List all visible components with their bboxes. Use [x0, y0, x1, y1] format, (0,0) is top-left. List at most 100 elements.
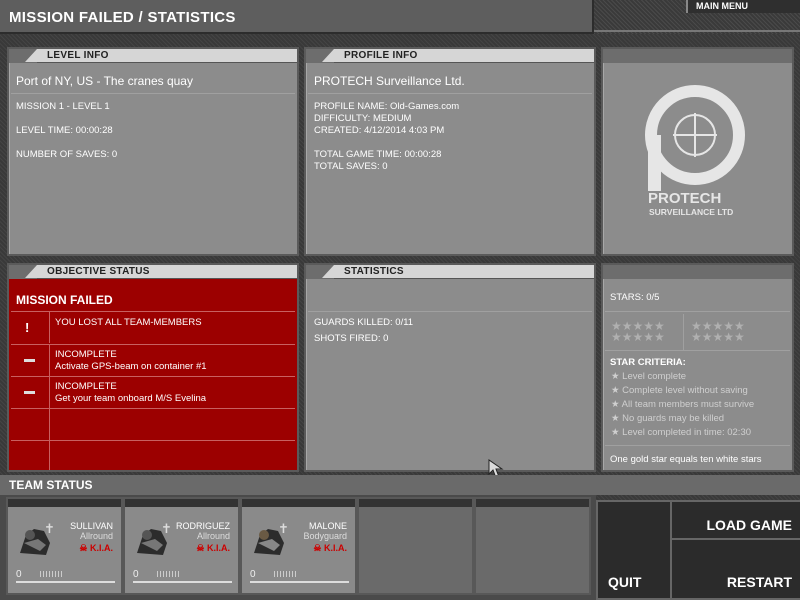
divider [594, 30, 800, 32]
mission-result: MISSION FAILED [16, 293, 113, 307]
objective-row-icon [9, 345, 50, 376]
restart-label: RESTART [726, 574, 792, 590]
quit-label: QUIT [608, 574, 642, 590]
panel-header: OBJECTIVE STATUS [9, 265, 297, 279]
page-title: MISSION FAILED / STATISTICS [9, 9, 236, 26]
statistics-header: STATISTICS [344, 266, 404, 277]
divider [11, 408, 295, 409]
team-status-bar: TEAM STATUS [0, 475, 800, 495]
health-bar [16, 581, 115, 583]
dash-icon [24, 391, 35, 394]
divider [605, 445, 790, 446]
health-bar [133, 581, 232, 583]
volume-icon [40, 571, 62, 577]
panel-header: LEVEL INFO [9, 49, 297, 63]
objective-status-panel: OBJECTIVE STATUS MISSION FAILED ! YOU LO… [7, 263, 299, 472]
member-name: SULLIVAN [70, 521, 113, 531]
load-game-label: LOAD GAME [706, 517, 792, 533]
team-member-card[interactable]: ✝ RODRIGUEZ Allround ☠ K.I.A. 0 [123, 497, 240, 595]
level-location: Port of NY, US - The cranes quay [16, 74, 193, 88]
level-info-panel: LEVEL INFO Port of NY, US - The cranes q… [7, 47, 299, 256]
member-status: ☠ K.I.A. [313, 543, 347, 553]
volume-icon [157, 571, 179, 577]
main-menu-label: MAIN MENU [696, 1, 748, 11]
divider [11, 376, 295, 377]
objective-row-icon [9, 377, 50, 408]
skull-icon: ☠ [79, 543, 88, 553]
skull-icon: ☠ [313, 543, 322, 553]
member-status: ☠ K.I.A. [79, 543, 113, 553]
member-value: 0 [16, 569, 22, 580]
divider [308, 311, 592, 312]
divider [11, 344, 295, 345]
criteria-item: ★ Level completed in time: 02:30 [611, 427, 752, 438]
team-cards: ✝ SULLIVAN Allround ☠ K.I.A. 0 ✝ RODRIGU… [0, 495, 596, 600]
profile-info-header: PROFILE INFO [344, 50, 418, 61]
member-role: Allround [196, 531, 230, 541]
volume-icon [274, 571, 296, 577]
objective-status: YOU LOST ALL TEAM-MEMBERS [55, 317, 202, 328]
divider [683, 314, 684, 350]
team-member-card[interactable]: ✝ SULLIVAN Allround ☠ K.I.A. 0 [6, 497, 123, 595]
divider [605, 311, 790, 312]
protech-logo-icon [645, 85, 745, 191]
member-status: ☠ K.I.A. [196, 543, 230, 553]
logo-subtitle: SURVEILLANCE LTD [649, 207, 734, 217]
main-menu-button[interactable]: MAIN MENU [686, 0, 800, 13]
objective-detail: Activate GPS-beam on container #1 [55, 361, 207, 372]
white-stars-icon: ★★★★★ ★★★★★ [611, 319, 665, 344]
quit-button[interactable]: QUIT [598, 502, 670, 598]
empty-team-slot [474, 497, 591, 595]
objective-status-header: OBJECTIVE STATUS [47, 266, 150, 277]
criteria-item: ★ Complete level without saving [611, 385, 748, 396]
divider [11, 311, 295, 312]
member-value: 0 [250, 569, 256, 580]
criteria-item: ★ No guards may be killed [611, 413, 725, 424]
objective-status: INCOMPLETE [55, 381, 117, 392]
team-member-card[interactable]: ✝ MALONE Bodyguard ☠ K.I.A. 0 [240, 497, 357, 595]
criteria-item: ★ Level complete [611, 371, 687, 382]
star-criteria-header: STAR CRITERIA: [610, 357, 686, 368]
profile-total-time: TOTAL GAME TIME: 00:00:28 [314, 149, 442, 160]
panel-header [603, 265, 792, 279]
profile-total-saves: TOTAL SAVES: 0 [314, 161, 388, 172]
level-mission: MISSION 1 - LEVEL 1 [16, 101, 110, 112]
panel-header: STATISTICS [306, 265, 594, 279]
level-time: LEVEL TIME: 00:00:28 [16, 125, 113, 136]
empty-team-slot [357, 497, 474, 595]
objective-row-icon [9, 441, 50, 470]
objective-row-icon: ! [9, 312, 50, 343]
profile-info-panel: PROFILE INFO PROTECH Surveillance Ltd. P… [304, 47, 596, 256]
guards-killed: GUARDS KILLED: 0/11 [314, 317, 414, 328]
level-saves: NUMBER OF SAVES: 0 [16, 149, 118, 160]
health-bar [250, 581, 349, 583]
stars-panel: STARS: 0/5 ★★★★★ ★★★★★ ★★★★★ ★★★★★ STAR CR… [601, 263, 794, 472]
cross-icon: ✝ [161, 521, 172, 536]
member-name: MALONE [308, 521, 347, 531]
main-menu-area: MAIN MENU [594, 0, 800, 34]
objective-status: INCOMPLETE [55, 349, 117, 360]
load-game-button[interactable]: LOAD GAME [670, 502, 800, 540]
restart-button[interactable]: RESTART [670, 540, 800, 598]
cross-icon: ✝ [44, 521, 55, 536]
member-name: RODRIGUEZ [176, 521, 230, 531]
member-role: Bodyguard [303, 531, 347, 541]
skull-icon: ☠ [196, 543, 205, 553]
divider [11, 440, 295, 441]
profile-created: CREATED: 4/12/2014 4:03 PM [314, 125, 445, 136]
panel-header [603, 49, 792, 63]
profile-name: PROFILE NAME: Old-Games.com [314, 101, 460, 112]
level-info-header: LEVEL INFO [47, 50, 109, 61]
criteria-item: ★ All team members must survive [611, 399, 755, 410]
title-bar: MISSION FAILED / STATISTICS [0, 0, 594, 34]
profile-company: PROTECH Surveillance Ltd. [314, 74, 465, 88]
dash-icon [24, 359, 35, 362]
stars-score: STARS: 0/5 [610, 292, 660, 303]
panel-header: PROFILE INFO [306, 49, 594, 63]
team-status-header: TEAM STATUS [9, 478, 93, 492]
member-value: 0 [133, 569, 139, 580]
action-panel: LOAD GAME QUIT RESTART [596, 500, 800, 600]
stars-footer: One gold star equals ten white stars [610, 454, 762, 465]
cross-icon: ✝ [278, 521, 289, 536]
exclamation-icon: ! [25, 320, 30, 335]
